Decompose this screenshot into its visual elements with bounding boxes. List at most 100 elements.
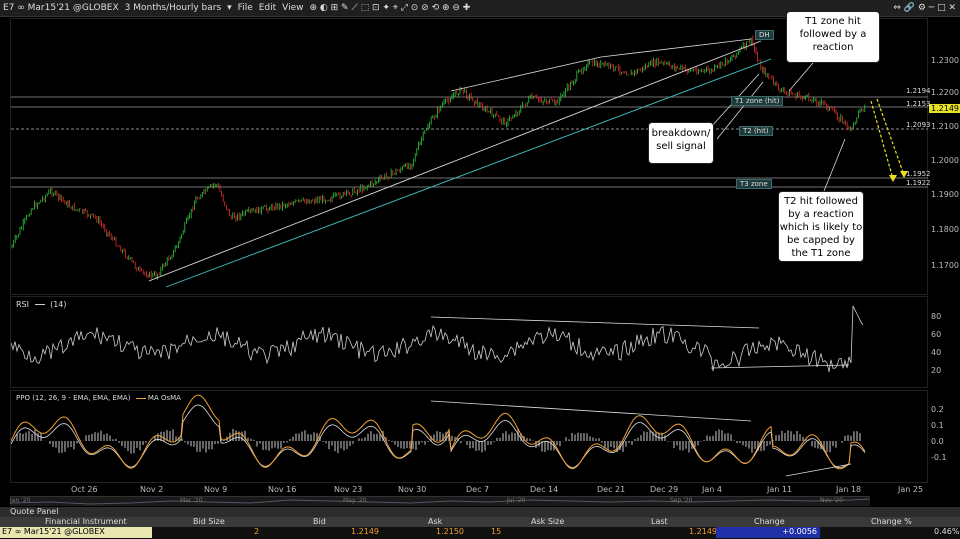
osma-bar	[637, 437, 639, 441]
overview-label: Nov '20	[820, 497, 843, 504]
overview-label: Jul '20	[507, 497, 526, 504]
osma-bar	[130, 441, 132, 454]
osma-bar	[688, 441, 690, 453]
menu-view[interactable]: View	[282, 3, 303, 13]
osma-bar	[31, 433, 33, 441]
osma-bar	[586, 433, 588, 441]
menu-edit[interactable]: Edit	[259, 3, 276, 13]
level-1.2153: 1.2153	[906, 100, 931, 108]
osma-bar	[643, 431, 645, 441]
ppo-pane[interactable]	[10, 390, 928, 483]
rsi-divergence-line	[430, 316, 760, 329]
header-ask[interactable]: Ask	[428, 517, 442, 527]
osma-bar	[358, 438, 360, 441]
osma-bar	[664, 435, 666, 441]
osma-bar	[427, 441, 429, 442]
osma-bar	[235, 430, 237, 441]
header-bid[interactable]: Bid	[313, 517, 326, 527]
callout-t2-line3: which is likely to	[779, 222, 863, 233]
osma-bar	[193, 441, 195, 447]
callout-t1: T1 zone hit followed by a reaction	[786, 11, 880, 63]
time-label: Nov 2	[140, 485, 164, 494]
osma-bar	[214, 441, 216, 445]
time-label: Jan 4	[702, 485, 722, 494]
osma-bar	[811, 441, 813, 447]
osma-bar	[352, 441, 354, 444]
row-ask-size: 15	[491, 527, 502, 536]
osma-bar	[676, 441, 678, 446]
header-last[interactable]: Last	[651, 517, 668, 527]
overview-label: Sep '20	[670, 497, 693, 504]
quote-row[interactable]: E7 ∞ Mar15'21 @GLOBEX 2 1.2149 1.2150 15…	[0, 527, 960, 539]
osma-bar	[289, 438, 291, 441]
level-1.2194: 1.2194	[906, 87, 931, 95]
osma-bar	[172, 429, 174, 441]
row-bid-size: 2	[254, 527, 260, 536]
osma-bar	[424, 441, 426, 445]
rsi-pane[interactable]	[10, 296, 928, 388]
callout-t1-line3: reaction	[812, 42, 854, 53]
osma-bar	[313, 432, 315, 441]
osma-bar	[67, 441, 69, 448]
osma-bar	[88, 434, 90, 441]
osma-bar	[94, 432, 96, 441]
header-ask-size[interactable]: Ask Size	[531, 517, 564, 527]
osma-bar	[475, 441, 477, 452]
osma-bar	[505, 431, 507, 441]
dropdown-icon[interactable]: ▾	[227, 3, 232, 13]
header-change-pct[interactable]: Change %	[871, 517, 912, 527]
dh-tag: DH	[755, 30, 774, 40]
osma-bar	[778, 434, 780, 441]
row-last: 1.2149	[689, 527, 717, 536]
header-change[interactable]: Change	[754, 517, 785, 527]
osma-bar	[412, 441, 414, 450]
callout-t1-line1: T1 zone hit	[805, 16, 861, 27]
osma-bar	[718, 429, 720, 441]
interval-selector[interactable]: 3 Months/Hourly bars	[125, 3, 222, 13]
osma-bar	[679, 441, 681, 451]
osma-bar	[241, 431, 243, 441]
osma-bar	[646, 431, 648, 441]
osma-bar	[700, 441, 702, 442]
osma-bar	[547, 441, 549, 451]
osma-bar	[211, 441, 213, 450]
osma-bar	[571, 432, 573, 441]
rsi-line-swatch	[34, 304, 45, 305]
osma-bar	[70, 441, 72, 448]
osma-bar	[271, 441, 273, 449]
osma-bar	[22, 433, 24, 441]
osma-bar	[640, 435, 642, 441]
osma-bar	[58, 441, 60, 453]
osma-bar	[763, 441, 765, 451]
osma-bar	[85, 435, 87, 441]
header-instrument[interactable]: Financial Instrument	[45, 517, 127, 527]
osma-bar	[796, 431, 798, 441]
symbol-label[interactable]: E7 ∞ Mar15'21 @GLOBEX	[3, 3, 119, 13]
osma-bar	[574, 434, 576, 441]
osma-bar	[712, 435, 714, 441]
osma-label: OsMA	[160, 394, 181, 402]
osma-bar	[595, 438, 597, 441]
menu-file[interactable]: File	[238, 3, 253, 13]
overview-scrollbar[interactable]: Jan '20 Mar '20 May '20 Jul '20 Sep '20 …	[10, 496, 870, 506]
tick-1.2100: 1.2100	[931, 122, 959, 131]
resistance-line	[600, 38, 752, 58]
osma-bar	[577, 432, 579, 441]
time-axis[interactable]: Oct 26 Nov 2 Nov 9 Nov 16 Nov 23 Nov 30 …	[10, 484, 928, 506]
osma-bar	[589, 436, 591, 441]
osma-bar	[334, 441, 336, 452]
window-controls[interactable]: ⇔ 🔗 ⚙ ─ □ ✕	[893, 3, 960, 13]
osma-bar	[106, 433, 108, 441]
osma-bar	[91, 433, 93, 441]
time-label: Dec 21	[597, 485, 626, 494]
toolbar-icons[interactable]: ⊕ ◐ ⊞ ✎ ⟋ ⬚ ⊡ ✦ ⌖ ⤢ ⊙ ⊘ ⟲ ⊕ ⊖ ✚	[310, 3, 471, 13]
quote-panel-title[interactable]: Quote Panel	[0, 507, 960, 517]
header-bid-size[interactable]: Bid Size	[193, 517, 225, 527]
osma-bar	[196, 441, 198, 452]
time-label: Nov 30	[398, 485, 427, 494]
osma-bar	[376, 433, 378, 441]
callout-t2-line4: be capped by	[787, 235, 855, 246]
osma-bar	[49, 441, 51, 444]
osma-bar	[373, 433, 375, 441]
osma-bar	[499, 437, 501, 441]
